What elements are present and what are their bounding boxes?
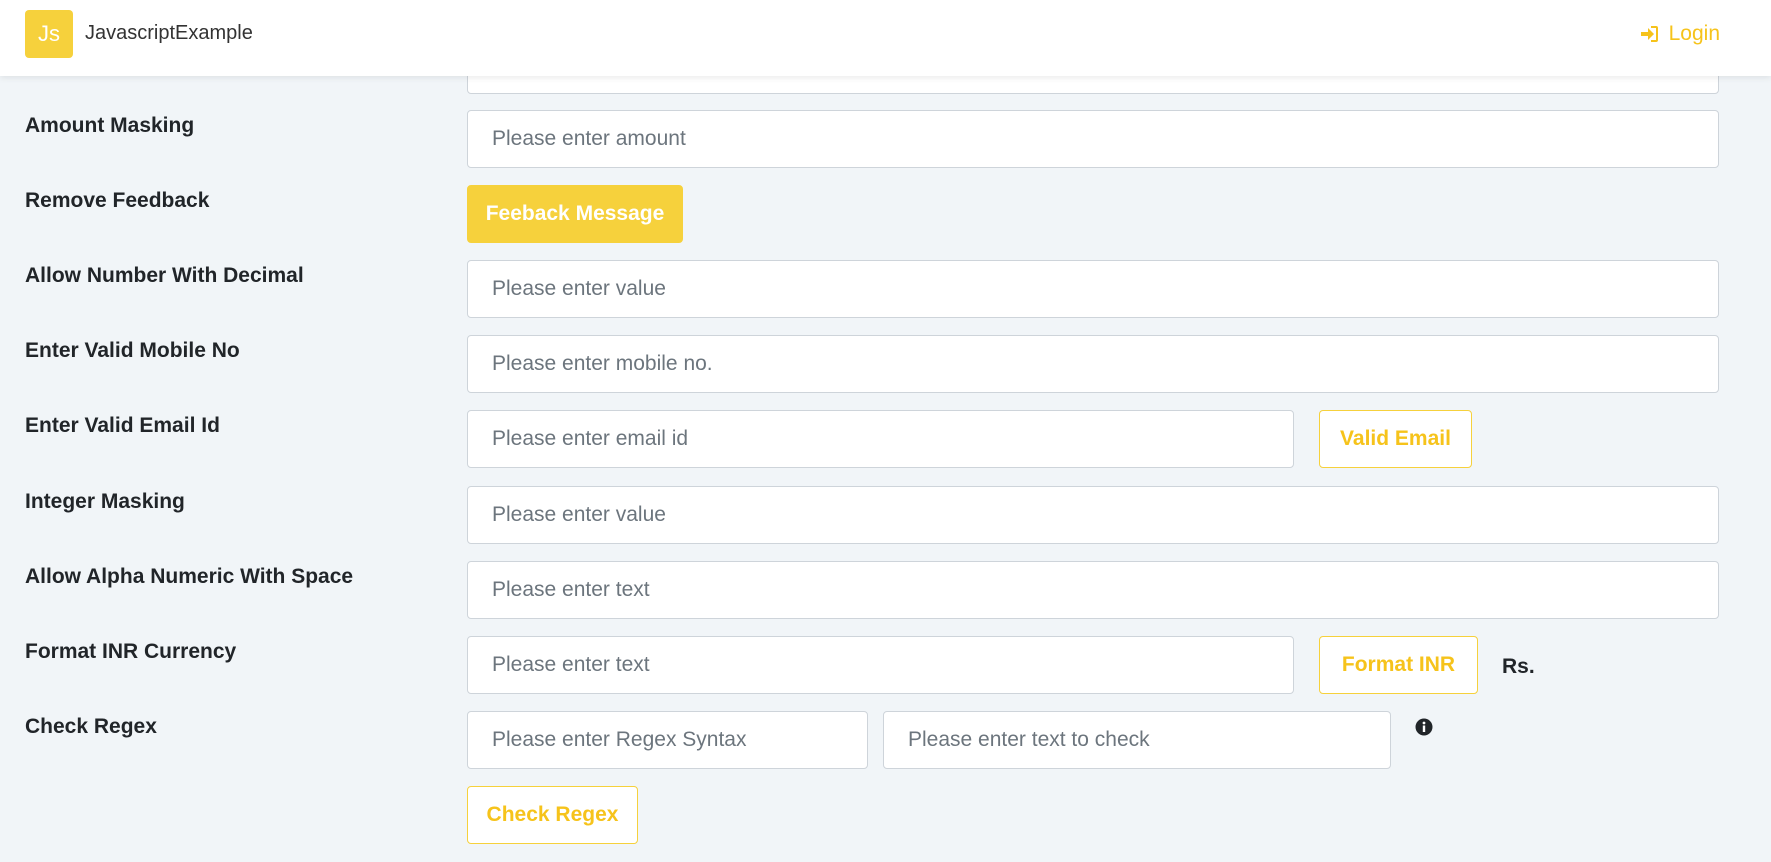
regex-text-input[interactable] [883,711,1391,769]
inr-result: Rs. [1502,655,1535,678]
navbar: Js JavascriptExample Login [0,0,1771,76]
integer-masking-label: Integer Masking [25,490,185,513]
format-inr-button[interactable]: Format INR [1319,636,1478,694]
sign-in-icon [1640,26,1658,42]
check-regex-button[interactable]: Check Regex [467,786,638,844]
alpha-numeric-label: Allow Alpha Numeric With Space [25,565,354,588]
brand-name[interactable]: JavascriptExample [85,22,253,45]
inr-label: Format INR Currency [25,640,237,663]
amount-masking-label: Amount Masking [25,114,195,137]
integer-input[interactable] [467,486,1719,544]
email-input[interactable] [467,410,1294,468]
amount-input[interactable] [467,110,1719,168]
decimal-input[interactable] [467,260,1719,318]
login-link[interactable]: Login [1640,22,1720,46]
logo[interactable]: Js [25,10,73,58]
inr-input[interactable] [467,636,1294,694]
feedback-message-button[interactable]: Feeback Message [467,185,683,243]
login-label: Login [1668,22,1720,45]
mobile-label: Enter Valid Mobile No [25,339,240,362]
email-label: Enter Valid Email Id [25,414,220,437]
remove-feedback-label: Remove Feedback [25,189,210,212]
valid-email-button[interactable]: Valid Email [1319,410,1472,468]
regex-syntax-input[interactable] [467,711,868,769]
check-regex-label: Check Regex [25,715,157,738]
info-circle-icon[interactable] [1415,718,1433,736]
alpha-numeric-input[interactable] [467,561,1719,619]
decimal-label: Allow Number With Decimal [25,264,304,287]
mobile-input[interactable] [467,335,1719,393]
